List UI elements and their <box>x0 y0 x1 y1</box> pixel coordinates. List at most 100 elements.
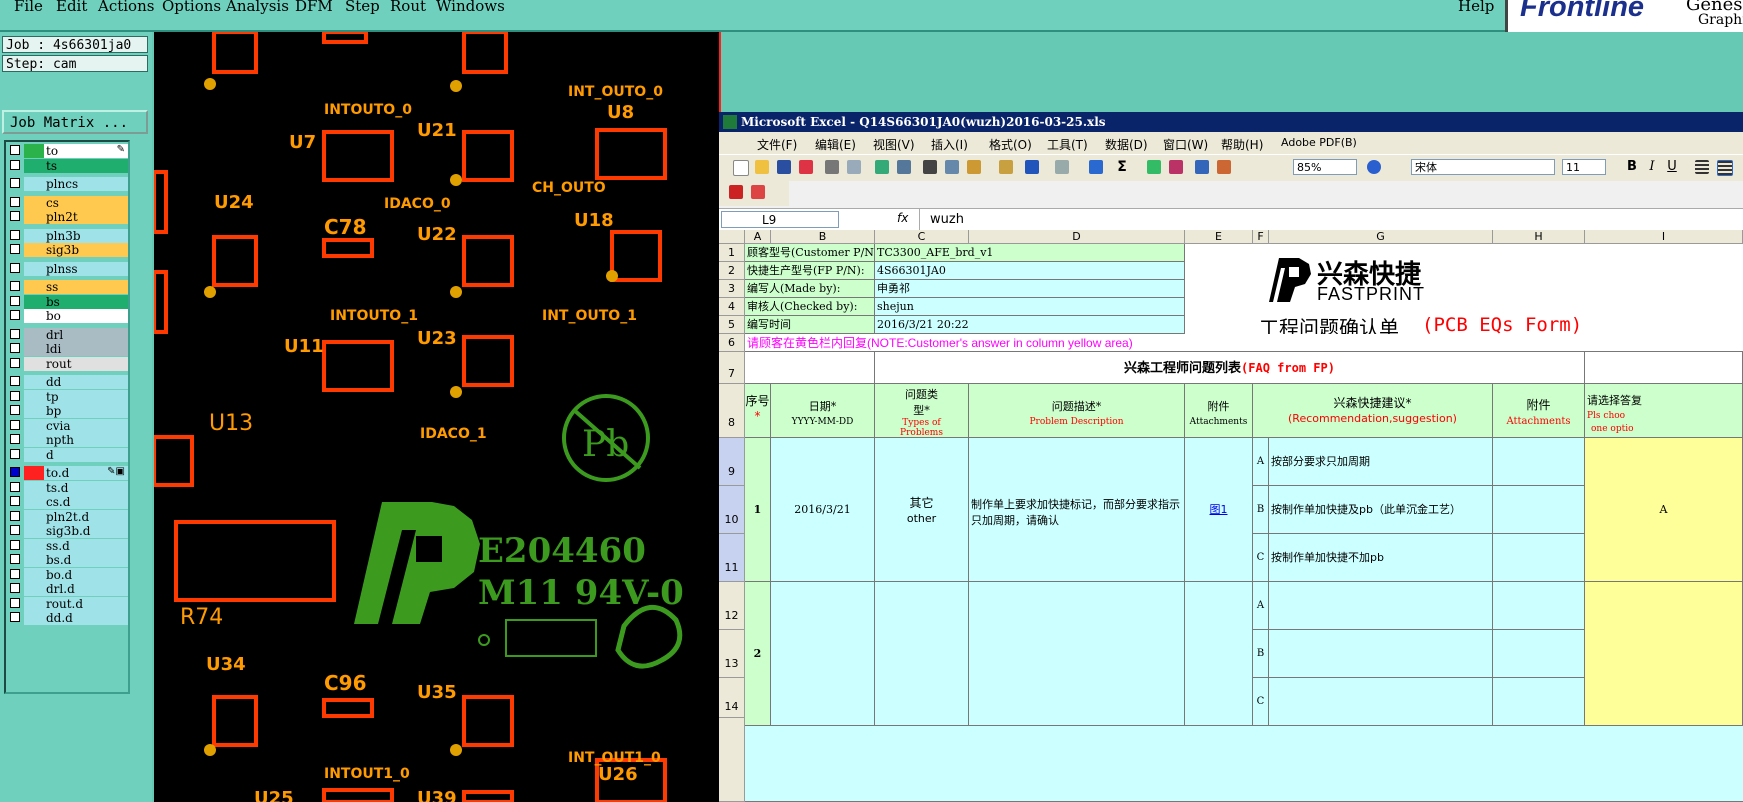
layer-checkbox[interactable] <box>10 145 20 155</box>
fx-icon[interactable]: fx <box>897 211 908 225</box>
layer-color-swatch[interactable] <box>24 509 44 524</box>
made-by-value[interactable]: 申勇祁 <box>875 280 1185 298</box>
menu-rout[interactable]: Rout <box>390 0 426 15</box>
layer-color-swatch[interactable] <box>24 418 44 433</box>
excel-title-bar[interactable]: Microsoft Excel - Q14S66301JA0(wuzh)2016… <box>719 112 1743 132</box>
checked-by-label[interactable]: 审核人(Checked by): <box>745 298 875 316</box>
help-icon[interactable] <box>1367 160 1381 174</box>
layer-name[interactable]: to <box>44 144 128 158</box>
font-name-select[interactable]: 宋体 <box>1411 159 1555 175</box>
formula-input[interactable]: wuzh <box>919 209 1743 231</box>
hyperlink-icon[interactable] <box>1089 160 1103 174</box>
layer-color-swatch[interactable] <box>24 524 44 538</box>
format-painter-icon[interactable] <box>999 160 1013 174</box>
sort-ascending-icon[interactable] <box>1147 160 1161 174</box>
layer-checkbox[interactable] <box>10 310 20 320</box>
menu-help[interactable]: Help <box>1458 0 1494 15</box>
layer-name[interactable]: drl.d <box>44 582 128 596</box>
layer-row[interactable]: d <box>8 447 128 462</box>
excel-menu-view[interactable]: 视图(V) <box>873 136 915 153</box>
layer-checkbox[interactable] <box>10 597 20 608</box>
col-header-f[interactable]: F <box>1253 230 1269 244</box>
layer-color-swatch[interactable] <box>24 177 44 191</box>
layer-name[interactable]: bp <box>44 404 128 418</box>
col-header-c[interactable]: C <box>875 230 969 244</box>
row-header[interactable]: 9 <box>719 438 745 486</box>
layer-row[interactable]: drl.d <box>8 582 128 596</box>
header-desc[interactable]: 问题描述* Problem Description <box>969 384 1185 438</box>
layer-checkbox[interactable] <box>10 295 20 306</box>
layer-checkbox[interactable] <box>10 328 20 339</box>
sort-descending-icon[interactable] <box>1169 160 1183 174</box>
issue1-opt-b-text[interactable]: 按制作单加快捷及pb（此单沉金工艺） <box>1269 486 1493 534</box>
layer-row[interactable]: ldi <box>8 342 128 356</box>
layer-name[interactable]: pln2t <box>44 210 128 224</box>
copy-icon[interactable] <box>945 160 959 174</box>
excel-menu-file[interactable]: 文件(F) <box>757 136 797 153</box>
issue1-opt-c-text[interactable]: 按制作单加快捷不加pb <box>1269 534 1493 582</box>
issue1-opt-a-text[interactable]: 按部分要求只加周期 <box>1269 438 1493 486</box>
layer-color-swatch[interactable] <box>24 158 44 173</box>
layer-row[interactable]: plncs <box>8 177 128 191</box>
layer-color-swatch[interactable] <box>24 447 44 462</box>
row-header[interactable]: 4 <box>719 298 745 316</box>
layer-name[interactable]: dd <box>44 375 128 389</box>
layer-name[interactable]: pln3b <box>44 228 128 243</box>
layer-name[interactable]: dd.d <box>44 611 128 625</box>
italic-icon[interactable]: I <box>1645 160 1659 174</box>
layer-row[interactable]: plnss <box>8 261 128 276</box>
bold-icon[interactable]: B <box>1625 160 1639 174</box>
layer-row[interactable]: drl <box>8 327 128 342</box>
customer-pn-value[interactable]: TC3300_AFE_brd_v1 <box>875 244 1185 262</box>
layer-row[interactable]: ts <box>8 158 128 173</box>
menu-file[interactable]: File <box>14 0 43 15</box>
header-answer[interactable]: 请选择答复 Pls choo one optio <box>1585 384 1743 438</box>
layer-name[interactable]: bo <box>44 309 128 323</box>
undo-icon[interactable] <box>1025 160 1039 174</box>
cut-icon[interactable] <box>923 160 937 174</box>
layer-checkbox[interactable] <box>10 262 20 273</box>
layer-color-swatch[interactable] <box>24 404 44 418</box>
layer-checkbox[interactable] <box>10 434 20 444</box>
layer-checkbox[interactable] <box>10 510 20 521</box>
issue1-answer[interactable]: A <box>1585 438 1743 582</box>
font-size-select[interactable]: 11 <box>1562 159 1606 175</box>
issue2-opt-c[interactable]: C <box>1253 678 1269 726</box>
layer-name[interactable]: rout <box>44 356 128 371</box>
layer-checkbox[interactable] <box>10 178 20 188</box>
layer-checkbox[interactable] <box>10 481 20 492</box>
layer-color-swatch[interactable] <box>24 228 44 243</box>
layer-checkbox[interactable] <box>10 568 20 579</box>
layer-row[interactable]: pln3b <box>8 228 128 243</box>
layer-checkbox[interactable] <box>10 583 20 593</box>
layer-row[interactable]: pln2t <box>8 210 128 224</box>
issue2-opt-a[interactable]: A <box>1253 582 1269 630</box>
excel-menu-insert[interactable]: 插入(I) <box>931 136 968 153</box>
layer-row[interactable]: ss.d <box>8 538 128 553</box>
spelling-icon[interactable] <box>875 160 889 174</box>
layer-name[interactable]: pln2t.d <box>44 509 128 524</box>
layer-color-swatch[interactable] <box>24 553 44 567</box>
layer-row[interactable]: cs <box>8 195 128 210</box>
menu-edit[interactable]: Edit <box>56 0 87 15</box>
layer-checkbox[interactable] <box>10 196 20 207</box>
excel-menu-adobe-pdf[interactable]: Adobe PDF(B) <box>1281 136 1357 149</box>
excel-menu-tools[interactable]: 工具(T) <box>1047 136 1088 153</box>
layer-row[interactable]: to ✎ <box>8 144 128 158</box>
layer-row[interactable]: rout.d <box>8 596 128 611</box>
issue2-opt-c-text[interactable] <box>1269 678 1493 726</box>
issue2-opt-b[interactable]: B <box>1253 630 1269 678</box>
layer-color-swatch[interactable] <box>24 596 44 611</box>
print-icon[interactable] <box>825 160 839 174</box>
row-header[interactable]: 1 <box>719 244 745 262</box>
layer-checkbox[interactable] <box>10 612 20 622</box>
issue1-date[interactable]: 2016/3/21 <box>771 438 875 582</box>
col-header-a[interactable]: A <box>745 230 771 244</box>
header-type[interactable]: 问题类型* Types of Problems <box>875 384 969 438</box>
layer-name[interactable]: drl <box>44 327 128 342</box>
underline-icon[interactable]: U <box>1665 160 1679 174</box>
col-header-e[interactable]: E <box>1185 230 1253 244</box>
layer-name[interactable]: sig3b <box>44 243 128 257</box>
layer-name[interactable]: bo.d <box>44 567 128 582</box>
excel-menu-help[interactable]: 帮助(H) <box>1221 136 1263 153</box>
